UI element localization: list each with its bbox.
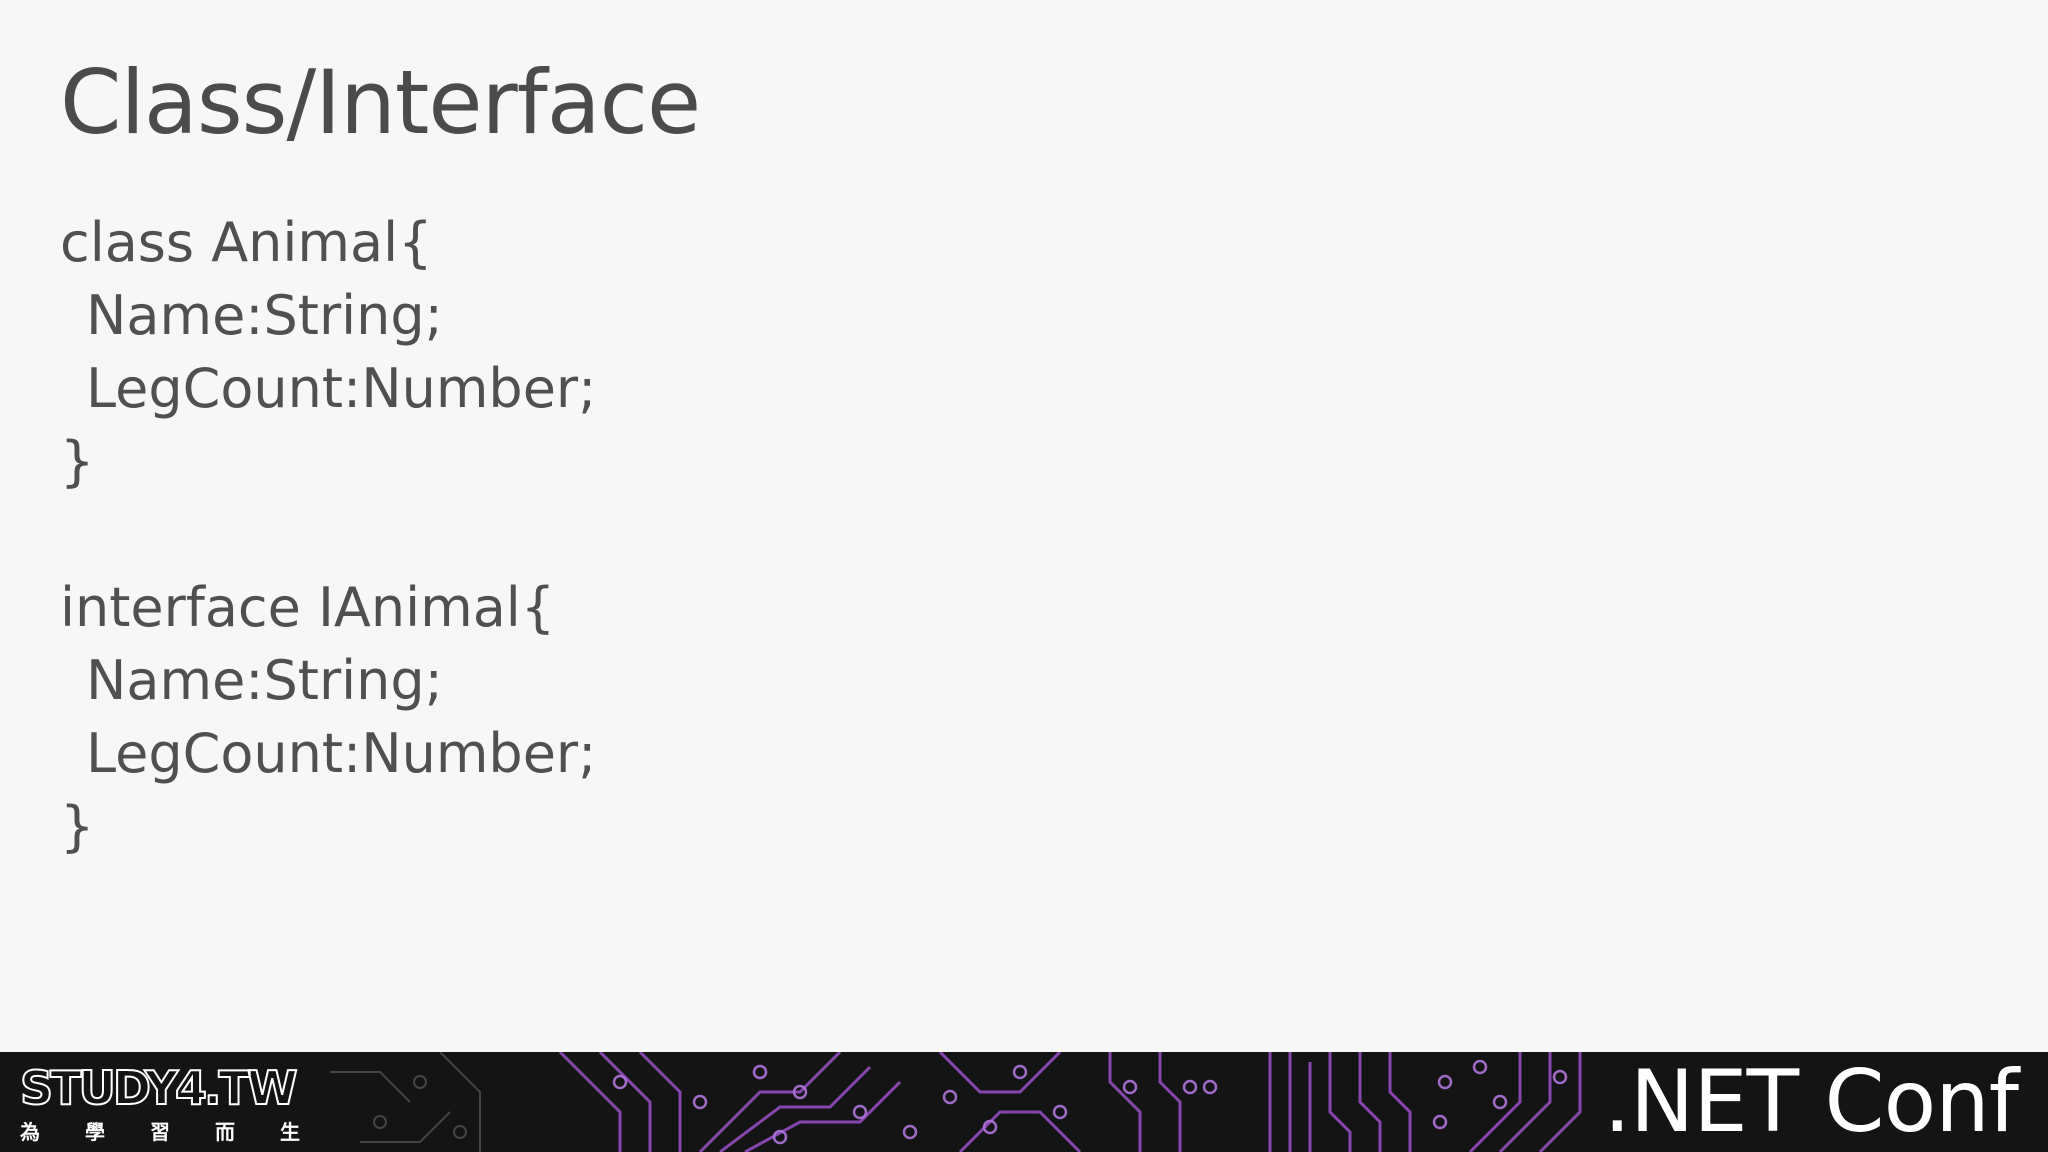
interface-name-property-line: Name:String; [86, 649, 443, 712]
interface-closing-brace-line: } [60, 795, 95, 858]
slide-title: Class/Interface [60, 51, 701, 154]
footer-banner: STUDY4.TW 為 學 習 而 生 .NET Conf [0, 1052, 2048, 1152]
interface-declaration-line: interface IAnimal{ [60, 576, 556, 639]
logo-tagline-char: 為 [20, 1120, 40, 1144]
class-declaration-line: class Animal{ [60, 211, 433, 274]
interface-legcount-property-line: LegCount:Number; [86, 722, 597, 785]
class-name-property-line: Name:String; [86, 284, 443, 347]
study4-logo: STUDY4.TW 為 學 習 而 生 [19, 1061, 310, 1148]
class-legcount-property-line: LegCount:Number; [86, 357, 597, 420]
logo-tagline-char: 習 [150, 1120, 170, 1144]
study4-logo-wordmark: STUDY4.TW [19, 1061, 299, 1115]
class-code-block: class Animal{ Name:String; LegCount:Numb… [60, 206, 596, 498]
logo-tagline-char: 而 [215, 1120, 235, 1144]
logo-tagline-char: 學 [85, 1120, 105, 1144]
logo-tagline-char: 生 [280, 1120, 300, 1144]
dotnet-conf-brand: .NET Conf [1603, 1052, 2019, 1152]
interface-code-block: interface IAnimal{ Name:String; LegCount… [60, 571, 596, 863]
slide: Class/Interface class Animal{ Name:Strin… [0, 0, 2048, 1152]
study4-logo-tagline: 為 學 習 而 生 [20, 1120, 310, 1144]
class-closing-brace-line: } [60, 430, 95, 493]
